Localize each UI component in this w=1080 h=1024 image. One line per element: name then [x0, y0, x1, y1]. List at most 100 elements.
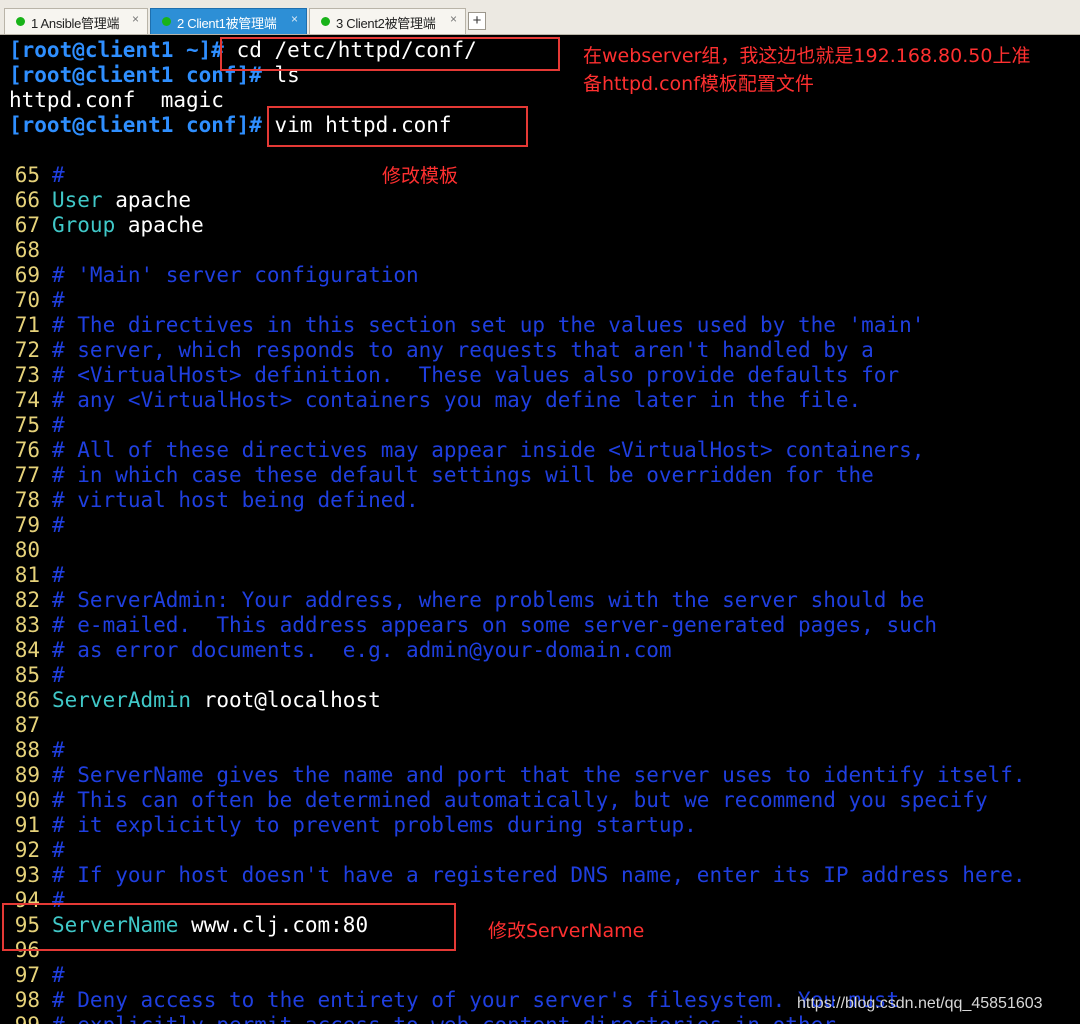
config-line: 91 # it explicitly to prevent problems du… [0, 813, 1080, 838]
comment-text: # ServerAdmin: Your address, where probl… [52, 588, 925, 612]
directive: ServerAdmin root@localhost [52, 688, 381, 713]
line-number: 65 [14, 163, 40, 187]
close-tab-icon[interactable]: × [291, 12, 298, 26]
directive-keyword: ServerAdmin [52, 688, 192, 712]
config-line: 74 # any <VirtualHost> containers you may… [0, 388, 1080, 413]
line-number: 83 [14, 613, 40, 637]
config-line: 92 # [0, 838, 1080, 863]
directive-value: apache [102, 188, 192, 212]
line-number: 91 [14, 813, 40, 837]
line-number: 70 [14, 288, 40, 312]
comment-text: # any <VirtualHost> containers you may d… [52, 388, 862, 412]
config-line: 82 # ServerAdmin: Your address, where pro… [0, 588, 1080, 613]
line-number: 84 [14, 638, 40, 662]
comment-text: # [52, 563, 65, 587]
line-number: 80 [14, 538, 40, 562]
annotation-webserver-note: 在webserver组，我这边也就是192.168.80.50上准 备httpd… [583, 45, 1031, 95]
comment-text: # The directives in this section set up … [52, 313, 925, 337]
line-number: 77 [14, 463, 40, 487]
comment-text: # <VirtualHost> definition. These values… [52, 363, 900, 387]
line-number: 98 [14, 988, 40, 1012]
comment-text: # ServerName gives the name and port tha… [52, 763, 1026, 787]
config-line: 71 # The directives in this section set u… [0, 313, 1080, 338]
directive-keyword: User [52, 188, 103, 212]
line-number: 73 [14, 363, 40, 387]
line-number: 99 [0, 1013, 40, 1024]
config-line: 80 [0, 538, 1080, 563]
line-number: 87 [14, 713, 40, 737]
connected-status-icon [321, 17, 330, 26]
line-number: 90 [14, 788, 40, 812]
comment-text: # explicitly permit access to web conten… [52, 1013, 836, 1024]
close-tab-icon[interactable]: × [450, 12, 457, 26]
config-line: 76 # All of these directives may appear i… [0, 438, 1080, 463]
tab-client1-managed[interactable]: 2 Client1被管理端 × [150, 8, 307, 34]
config-line: 70 # [0, 288, 1080, 313]
new-tab-button[interactable]: + [468, 12, 486, 30]
config-line: 68 [0, 238, 1080, 263]
config-line: 97 # [0, 963, 1080, 988]
line-number: 67 [14, 213, 40, 237]
config-line: 84 # as error documents. e.g. admin@your-… [0, 638, 1080, 663]
config-line: 99 # explicitly permit access to web cont… [0, 1013, 1080, 1024]
comment-text: # 'Main' server configuration [52, 263, 419, 287]
comment-text: # All of these directives may appear ins… [52, 438, 925, 462]
directive-value: root@localhost [191, 688, 381, 712]
line-number: 78 [14, 488, 40, 512]
config-line: 78 # virtual host being defined. [0, 488, 1080, 513]
terminal-screen[interactable]: [root@client1 ~]# cd /etc/httpd/conf/ [r… [0, 35, 1080, 1024]
comment-text: # [52, 963, 65, 987]
comment-text: # server, which responds to any requests… [52, 338, 874, 362]
directive: User apache [52, 188, 191, 213]
line-number: 93 [14, 863, 40, 887]
annotation-modify-template: 修改模板 [382, 165, 459, 187]
line-number: 97 [14, 963, 40, 987]
line-number: 71 [14, 313, 40, 337]
comment-text: # [52, 163, 65, 187]
shell-prompt: [root@client1 ~]# [9, 38, 224, 62]
config-line: 73 # <VirtualHost> definition. These valu… [0, 363, 1080, 388]
line-number: 75 [14, 413, 40, 437]
shell-prompt: [root@client1 conf]# [9, 113, 262, 137]
comment-text: # This can often be determined automatic… [52, 788, 988, 812]
comment-text: # [52, 513, 65, 537]
config-line: 85 # [0, 663, 1080, 688]
config-line: 83 # e-mailed. This address appears on so… [0, 613, 1080, 638]
config-line: 77 # in which case these default settings… [0, 463, 1080, 488]
comment-text: # [52, 663, 65, 687]
command-output: httpd.conf magic [9, 88, 224, 112]
highlight-box-vim-command [267, 106, 528, 147]
tab-label: 1 Ansible管理端 [31, 16, 120, 31]
config-line: 88 # [0, 738, 1080, 763]
line-number: 92 [14, 838, 40, 862]
line-number: 72 [14, 338, 40, 362]
watermark: https://blog.csdn.net/qq_45851603 [797, 995, 1043, 1012]
connected-status-icon [162, 17, 171, 26]
comment-text: # [52, 288, 65, 312]
close-tab-icon[interactable]: × [132, 12, 139, 26]
config-line: 67 Group apache [0, 213, 1080, 238]
config-line: 72 # server, which responds to any reques… [0, 338, 1080, 363]
comment-text: # Deny access to the entirety of your se… [52, 988, 900, 1012]
config-line: 69 # 'Main' server configuration [0, 263, 1080, 288]
tab-ansible-manager[interactable]: 1 Ansible管理端 × [4, 8, 148, 34]
highlight-box-cd-command [220, 37, 560, 71]
config-line: 87 [0, 713, 1080, 738]
tab-client2-managed[interactable]: 3 Client2被管理端 × [309, 8, 466, 34]
config-line: 89 # ServerName gives the name and port t… [0, 763, 1080, 788]
line-number: 86 [14, 688, 40, 712]
line-number: 88 [14, 738, 40, 762]
line-number: 68 [14, 238, 40, 262]
tab-label: 2 Client1被管理端 [177, 16, 277, 31]
config-line: 75 # [0, 413, 1080, 438]
directive-keyword: Group [52, 213, 116, 237]
line-number: 74 [14, 388, 40, 412]
comment-text: # [52, 738, 65, 762]
highlight-box-servername [2, 903, 456, 951]
line-number: 66 [14, 188, 40, 212]
directive-value: apache [115, 213, 204, 237]
comment-text: # in which case these default settings w… [52, 463, 874, 487]
config-line: 79 # [0, 513, 1080, 538]
line-number: 81 [14, 563, 40, 587]
comment-text: # it explicitly to prevent problems duri… [52, 813, 697, 837]
